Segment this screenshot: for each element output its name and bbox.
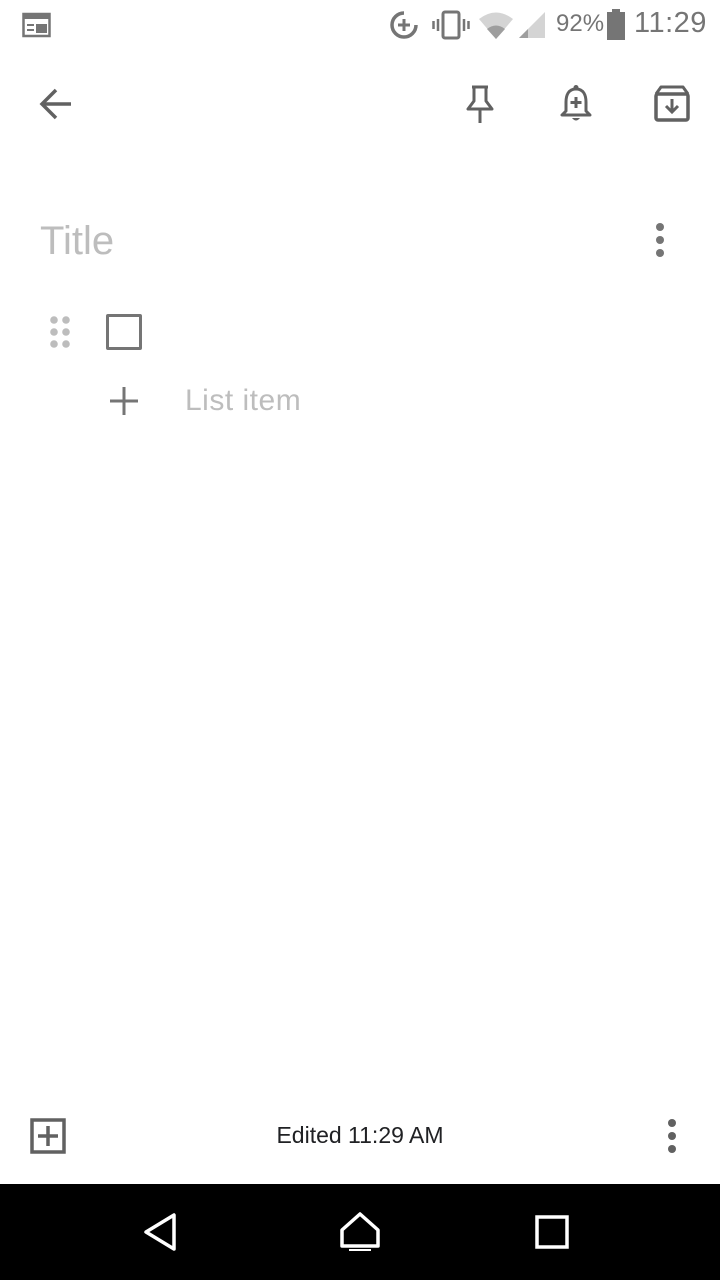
archive-icon [653,85,691,123]
status-bar: 92% 11:29 [0,0,720,50]
back-arrow-icon [38,86,74,122]
reminder-bell-icon [558,84,594,124]
drag-handle[interactable] [46,312,74,352]
note-more-button[interactable] [640,1104,704,1168]
system-nav-bar [0,1184,720,1280]
more-vert-icon [655,223,665,257]
more-vert-icon [667,1119,677,1153]
edited-timestamp: Edited 11:29 AM [276,1122,444,1148]
back-button[interactable] [24,72,88,136]
nav-back-button[interactable] [128,1200,192,1264]
nav-home-icon [339,1211,381,1253]
signal-icon [517,10,547,40]
list-item-checkbox[interactable] [106,314,142,350]
title-more-button[interactable] [628,208,692,272]
drag-handle-icon [48,315,72,349]
battery-percent: 92% [556,10,605,37]
nav-back-icon [142,1212,178,1252]
add-list-item-button[interactable]: List item [100,376,660,426]
pin-icon [463,84,497,124]
reminder-button[interactable] [544,72,608,136]
pin-button[interactable] [448,72,512,136]
nav-recents-icon [535,1215,569,1249]
battery-icon [606,9,626,41]
nav-home-button[interactable] [328,1200,392,1264]
clock: 11:29 [634,7,707,39]
data-saver-icon [389,10,419,40]
nav-recents-button[interactable] [520,1200,584,1264]
title-input[interactable] [40,214,620,268]
archive-button[interactable] [640,72,704,136]
vibrate-icon [432,10,470,40]
plus-icon [108,385,140,417]
add-list-item-label: List item [185,384,302,417]
calendar-icon [22,12,52,38]
wifi-icon [478,10,514,40]
